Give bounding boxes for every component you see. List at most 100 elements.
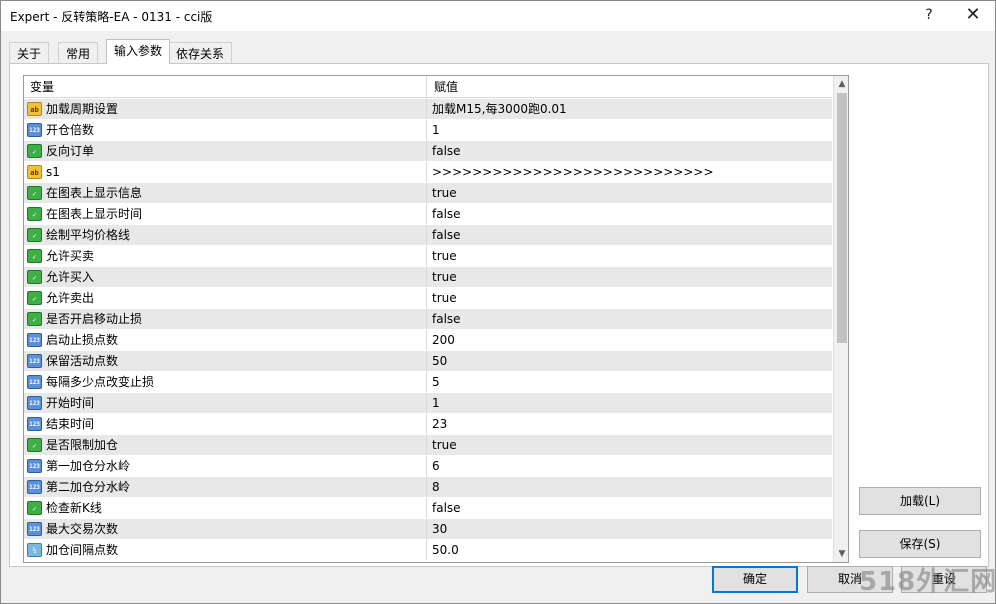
- tab-about[interactable]: 关于: [9, 42, 50, 63]
- parameter-value[interactable]: 23: [428, 414, 832, 434]
- parameter-name: 在图表上显示信息: [46, 186, 143, 200]
- parameter-value[interactable]: 1: [428, 393, 832, 413]
- close-icon[interactable]: ✕: [951, 1, 995, 31]
- parameter-row[interactable]: ✓ 检查新K线 false: [24, 498, 832, 519]
- parameter-value[interactable]: 30: [428, 519, 832, 539]
- parameter-value[interactable]: false: [428, 498, 832, 518]
- help-icon[interactable]: ?: [907, 1, 951, 31]
- parameter-row[interactable]: ✓ 允许买入 true: [24, 267, 832, 288]
- parameter-name-cell: 保留活动点数: [24, 351, 427, 371]
- parameter-value[interactable]: 1: [428, 120, 832, 140]
- expert-properties-window: Expert - 反转策略-EA - 0131 - cci版 ? ✕ 关于 常用…: [0, 0, 996, 604]
- parameter-name-cell: 允许买入: [24, 267, 427, 287]
- parameter-value[interactable]: >>>>>>>>>>>>>>>>>>>>>>>>>>>>: [428, 162, 832, 182]
- parameter-value[interactable]: false: [428, 141, 832, 161]
- parameter-row[interactable]: 123 开仓倍数 1: [24, 120, 832, 141]
- parameter-name-cell: 加载周期设置: [24, 99, 427, 119]
- parameter-name-cell: 最大交易次数: [24, 519, 427, 539]
- save-button[interactable]: 保存(S): [859, 530, 981, 558]
- parameter-row[interactable]: ✓ 是否开启移动止损 false: [24, 309, 832, 330]
- parameter-row[interactable]: ✓ 在图表上显示信息 true: [24, 183, 832, 204]
- parameter-row[interactable]: ✓ 是否限制加仓 true: [24, 435, 832, 456]
- parameter-name-cell: 反向订单: [24, 141, 427, 161]
- parameter-name-cell: 结束时间: [24, 414, 427, 434]
- parameter-value[interactable]: false: [428, 309, 832, 329]
- parameter-value[interactable]: 6: [428, 456, 832, 476]
- parameter-row[interactable]: ✓ 允许卖出 true: [24, 288, 832, 309]
- parameter-name: 加载周期设置: [46, 102, 119, 116]
- parameter-name: 是否开启移动止损: [46, 312, 143, 326]
- parameter-row[interactable]: ab 加载周期设置 加载M15,每3000跑0.01: [24, 99, 832, 120]
- parameter-value[interactable]: true: [428, 267, 832, 287]
- parameter-name-cell: 开仓倍数: [24, 120, 427, 140]
- parameter-name-cell: 是否开启移动止损: [24, 309, 427, 329]
- column-header-value[interactable]: 赋值: [428, 76, 832, 98]
- parameter-name: 结束时间: [46, 417, 95, 431]
- tab-dependencies[interactable]: 依存关系: [168, 42, 233, 63]
- parameter-row[interactable]: 123 第二加仓分水岭 8: [24, 477, 832, 498]
- parameter-value[interactable]: 50: [428, 351, 832, 371]
- parameter-row[interactable]: ✓ 绘制平均价格线 false: [24, 225, 832, 246]
- parameter-name: 第一加仓分水岭: [46, 459, 131, 473]
- parameter-name: 绘制平均价格线: [46, 228, 131, 242]
- tab-common[interactable]: 常用: [58, 42, 99, 63]
- parameter-row[interactable]: 123 第一加仓分水岭 6: [24, 456, 832, 477]
- parameter-row[interactable]: 123 结束时间 23: [24, 414, 832, 435]
- parameter-name: 加仓间隔点数: [46, 543, 119, 557]
- parameter-name-cell: 是否限制加仓: [24, 435, 427, 455]
- parameter-name: 检查新K线: [46, 501, 102, 515]
- parameter-name: 在图表上显示时间: [46, 207, 143, 221]
- parameter-name: 是否限制加仓: [46, 438, 119, 452]
- parameter-name: s1: [46, 165, 60, 179]
- parameter-value[interactable]: 5: [428, 372, 832, 392]
- parameter-name-cell: 绘制平均价格线: [24, 225, 427, 245]
- parameter-value[interactable]: true: [428, 435, 832, 455]
- parameter-name-cell: 启动止损点数: [24, 330, 427, 350]
- parameter-name: 第二加仓分水岭: [46, 480, 131, 494]
- parameter-value[interactable]: 200: [428, 330, 832, 350]
- parameter-name: 开始时间: [46, 396, 95, 410]
- tab-inputs[interactable]: 输入参数: [106, 39, 171, 64]
- parameter-value[interactable]: 8: [428, 477, 832, 497]
- parameter-row[interactable]: ✓ 反向订单 false: [24, 141, 832, 162]
- parameter-name-cell: 每隔多少点改变止损: [24, 372, 427, 392]
- parameter-value[interactable]: 加载M15,每3000跑0.01: [428, 99, 832, 119]
- parameter-value[interactable]: true: [428, 183, 832, 203]
- parameter-value[interactable]: true: [428, 288, 832, 308]
- parameter-name-cell: s1: [24, 162, 427, 182]
- parameter-name: 每隔多少点改变止损: [46, 375, 155, 389]
- parameter-name: 最大交易次数: [46, 522, 119, 536]
- parameter-row[interactable]: 123 最大交易次数 30: [24, 519, 832, 540]
- parameter-row[interactable]: 123 保留活动点数 50: [24, 351, 832, 372]
- parameter-value[interactable]: false: [428, 225, 832, 245]
- parameter-name-cell: 加仓间隔点数: [24, 540, 427, 560]
- window-title: Expert - 反转策略-EA - 0131 - cci版: [10, 10, 213, 24]
- parameter-rows: ab 加载周期设置 加载M15,每3000跑0.01 123 开仓倍数 1 ✓ 反向订单 fal…: [24, 99, 832, 561]
- parameter-name: 允许买卖: [46, 249, 95, 263]
- parameter-row[interactable]: 123 每隔多少点改变止损 5: [24, 372, 832, 393]
- parameter-value[interactable]: false: [428, 204, 832, 224]
- load-button[interactable]: 加载(L): [859, 487, 981, 515]
- parameter-row[interactable]: ½ 加仓间隔点数 50.0: [24, 540, 832, 561]
- column-header-variable[interactable]: 变量: [24, 76, 427, 98]
- parameter-name: 反向订单: [46, 144, 95, 158]
- parameter-row[interactable]: 123 启动止损点数 200: [24, 330, 832, 351]
- vertical-scrollbar[interactable]: ▲ ▼: [833, 76, 848, 562]
- parameter-row[interactable]: ✓ 在图表上显示时间 false: [24, 204, 832, 225]
- scroll-down-icon[interactable]: ▼: [834, 546, 848, 562]
- parameter-name-cell: 在图表上显示信息: [24, 183, 427, 203]
- parameter-value[interactable]: 50.0: [428, 540, 832, 560]
- scroll-thumb[interactable]: [837, 93, 847, 343]
- parameter-name: 允许卖出: [46, 291, 95, 305]
- parameter-value[interactable]: true: [428, 246, 832, 266]
- parameter-row[interactable]: 123 开始时间 1: [24, 393, 832, 414]
- scroll-up-icon[interactable]: ▲: [834, 76, 848, 92]
- parameter-row[interactable]: ✓ 允许买卖 true: [24, 246, 832, 267]
- parameter-name-cell: 允许买卖: [24, 246, 427, 266]
- watermark-logo: 518外汇网: [859, 567, 996, 597]
- title-bar: Expert - 反转策略-EA - 0131 - cci版 ? ✕: [1, 1, 995, 31]
- parameter-name-cell: 第一加仓分水岭: [24, 456, 427, 476]
- parameter-name: 启动止损点数: [46, 333, 119, 347]
- parameter-row[interactable]: ab s1 >>>>>>>>>>>>>>>>>>>>>>>>>>>>: [24, 162, 832, 183]
- ok-button[interactable]: 确定: [712, 566, 798, 593]
